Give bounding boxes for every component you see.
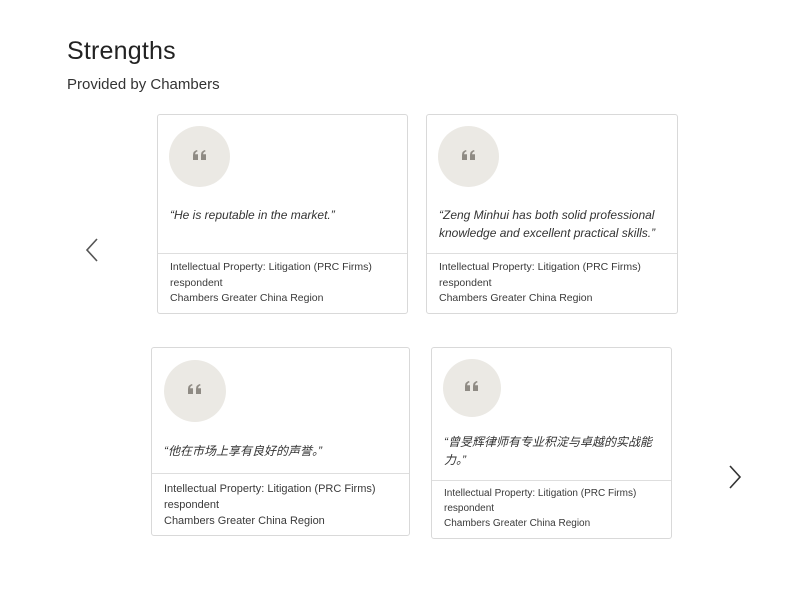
guide-name: Chambers Greater China Region bbox=[170, 292, 324, 304]
testimonial-meta: Intellectual Property: Litigation (PRC F… bbox=[164, 481, 401, 529]
quote-badge bbox=[443, 359, 501, 417]
practice-area: Intellectual Property: Litigation (PRC F… bbox=[444, 488, 637, 499]
quote-icon bbox=[461, 148, 477, 166]
testimonial-card: “曾旻辉律师有专业积淀与卓越的实战能力。” Intellectual Prope… bbox=[431, 347, 672, 539]
practice-area: Intellectual Property: Litigation (PRC F… bbox=[439, 261, 641, 273]
testimonial-quote: “曾旻辉律师有专业积淀与卓越的实战能力。” bbox=[444, 435, 652, 467]
practice-area: Intellectual Property: Litigation (PRC F… bbox=[164, 483, 376, 495]
quote-badge bbox=[164, 360, 226, 422]
testimonial-quote: “He is reputable in the market.” bbox=[170, 208, 335, 222]
card-divider bbox=[158, 253, 407, 254]
testimonial-card: “Zeng Minhui has both solid professional… bbox=[426, 114, 678, 314]
testimonial-card: “他在市场上享有良好的声誉。” Intellectual Property: L… bbox=[151, 347, 410, 536]
testimonial-meta: Intellectual Property: Litigation (PRC F… bbox=[170, 260, 399, 307]
section-title: Strengths bbox=[67, 37, 176, 65]
quote-icon bbox=[192, 148, 208, 166]
card-divider bbox=[152, 473, 409, 474]
role-label: respondent bbox=[170, 276, 223, 289]
quote-icon bbox=[187, 382, 203, 400]
role-label: respondent bbox=[439, 276, 492, 289]
role-label: respondent bbox=[164, 499, 220, 511]
quote-badge bbox=[169, 126, 230, 187]
testimonial-card: “He is reputable in the market.” Intelle… bbox=[157, 114, 408, 314]
testimonial-quote: “他在市场上享有良好的声誉。” bbox=[164, 444, 322, 458]
role-label: respondent bbox=[444, 503, 495, 514]
quote-badge bbox=[438, 126, 499, 187]
strengths-section: Strengths Provided by Chambers “He is re… bbox=[0, 0, 807, 609]
card-divider bbox=[427, 253, 677, 254]
guide-name: Chambers Greater China Region bbox=[164, 515, 325, 527]
guide-name: Chambers Greater China Region bbox=[439, 292, 593, 304]
chevron-right-icon bbox=[729, 465, 742, 489]
section-subtitle: Provided by Chambers bbox=[67, 76, 220, 93]
testimonial-meta: Intellectual Property: Litigation (PRC F… bbox=[439, 260, 669, 307]
testimonial-quote: “Zeng Minhui has both solid professional… bbox=[439, 208, 656, 240]
carousel-next-button[interactable] bbox=[723, 462, 747, 492]
quote-icon bbox=[464, 379, 480, 397]
practice-area: Intellectual Property: Litigation (PRC F… bbox=[170, 261, 372, 273]
guide-name: Chambers Greater China Region bbox=[444, 518, 591, 529]
testimonial-meta: Intellectual Property: Litigation (PRC F… bbox=[444, 486, 663, 531]
chevron-left-icon bbox=[85, 238, 98, 262]
carousel-prev-button[interactable] bbox=[80, 235, 104, 265]
card-divider bbox=[432, 480, 671, 481]
